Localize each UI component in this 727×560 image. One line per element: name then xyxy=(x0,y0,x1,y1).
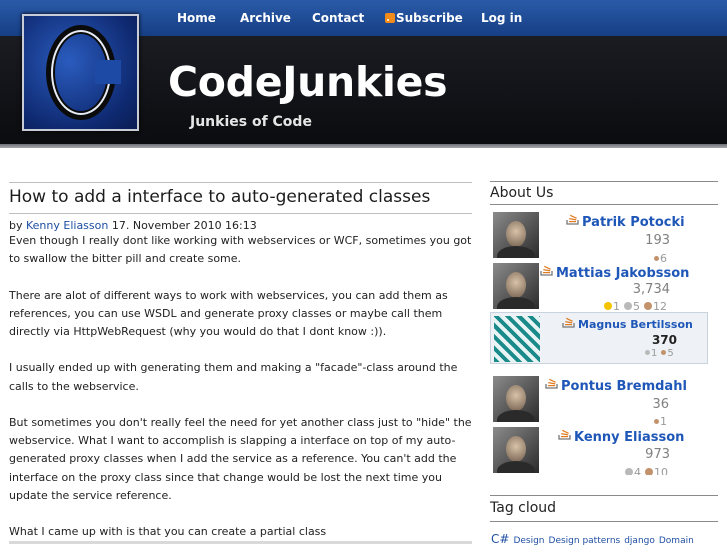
user-name-link[interactable]: Mattias Jakobsson xyxy=(556,266,689,281)
badge-count: 1 xyxy=(651,348,658,359)
post-date: 17. November 2010 16:13 xyxy=(111,219,257,232)
nav-subscribe-label: Subscribe xyxy=(396,11,463,25)
site-title[interactable]: CodeJunkies xyxy=(168,58,448,106)
tag-cloud-top-rule xyxy=(490,495,718,496)
rss-icon xyxy=(385,13,395,23)
badge-count: 5 xyxy=(667,348,674,359)
reputation: 3,734 xyxy=(632,282,670,297)
user-card-kenny[interactable]: Kenny Eliasson 973 4 10 xyxy=(491,426,721,475)
avatar[interactable] xyxy=(493,263,539,309)
user-card-pontus[interactable]: Pontus Bremdahl 36 1 xyxy=(491,375,721,428)
stackoverflow-icon xyxy=(545,378,558,389)
badge-count: 4 xyxy=(634,466,641,475)
tag-cloud-heading: Tag cloud xyxy=(490,500,557,516)
user-name-link[interactable]: Magnus Bertilsson xyxy=(578,318,693,331)
bronze-badge-icon xyxy=(654,256,659,261)
logo-letter-gap xyxy=(95,60,121,84)
bronze-badge-icon xyxy=(645,468,653,475)
post-bottom-rule xyxy=(9,541,472,544)
post-meta-prefix: by xyxy=(9,219,23,232)
site-logo[interactable] xyxy=(22,14,139,131)
about-top-rule xyxy=(490,181,718,182)
post-paragraph: I usually ended up with generating them … xyxy=(9,361,458,393)
site-tagline: Junkies of Code xyxy=(190,114,312,130)
post-title-rule xyxy=(9,213,472,214)
reputation: 193 xyxy=(645,233,670,248)
avatar[interactable] xyxy=(493,427,539,473)
reputation: 973 xyxy=(645,447,670,462)
post-author-link[interactable]: Kenny Eliasson xyxy=(26,219,108,232)
bronze-badge-icon xyxy=(661,350,667,355)
post-body: Even though I really dont like working w… xyxy=(9,232,479,560)
post-paragraph: There are alot of different ways to work… xyxy=(9,288,448,338)
about-heading-rule xyxy=(490,204,718,205)
about-heading: About Us xyxy=(490,185,554,201)
nav-contact[interactable]: Contact xyxy=(312,11,364,25)
stackoverflow-icon xyxy=(558,429,571,440)
post-paragraph: What I came up with is that you can crea… xyxy=(9,525,327,539)
user-name-link[interactable]: Patrik Potocki xyxy=(582,215,685,230)
tag-link[interactable]: C# xyxy=(491,532,509,546)
stackoverflow-icon xyxy=(540,265,553,276)
tag-cloud-heading-rule xyxy=(490,521,718,522)
nav-subscribe[interactable]: Subscribe xyxy=(385,11,463,25)
nav-home[interactable]: Home xyxy=(177,11,216,25)
user-card-mattias[interactable]: Mattias Jakobsson 3,734 1 5 12 xyxy=(491,262,721,313)
avatar[interactable] xyxy=(493,376,539,422)
stackoverflow-icon xyxy=(562,317,575,328)
post-paragraph: Even though I really dont like working w… xyxy=(9,234,472,266)
avatar[interactable] xyxy=(494,316,540,362)
nav-login[interactable]: Log in xyxy=(481,11,522,25)
post-meta: by Kenny Eliasson 17. November 2010 16:1… xyxy=(9,219,257,232)
badge-count: 10 xyxy=(654,466,668,475)
post-title[interactable]: How to add a interface to auto-generated… xyxy=(9,187,472,207)
avatar[interactable] xyxy=(493,212,539,258)
gold-badge-icon xyxy=(604,302,612,310)
reputation: 36 xyxy=(652,397,669,412)
silver-badge-icon xyxy=(625,468,633,475)
nav-archive[interactable]: Archive xyxy=(240,11,291,25)
site-header: Home Archive Contact Subscribe Log in Co… xyxy=(0,0,727,148)
stackoverflow-icon xyxy=(566,214,579,225)
bronze-badge-icon xyxy=(654,419,659,424)
silver-badge-icon xyxy=(645,350,650,355)
post-paragraph: But sometimes you don't really feel the … xyxy=(9,415,472,502)
reputation: 370 xyxy=(651,333,677,347)
header-divider xyxy=(0,144,727,148)
user-name-link[interactable]: Pontus Bremdahl xyxy=(561,379,687,394)
bronze-badge-icon xyxy=(644,302,652,310)
user-card-magnus[interactable]: Magnus Bertilsson 370 15 xyxy=(490,312,708,364)
user-name-link[interactable]: Kenny Eliasson xyxy=(574,430,684,445)
badge-list: 15 xyxy=(645,348,674,359)
user-card-patrik[interactable]: Patrik Potocki 193 6 xyxy=(491,211,721,265)
tag-cloud: C# Design Design patterns django Domain xyxy=(491,528,698,547)
badge-list: 4 10 xyxy=(625,466,668,475)
post-top-rule xyxy=(9,182,472,183)
silver-badge-icon xyxy=(624,302,632,310)
